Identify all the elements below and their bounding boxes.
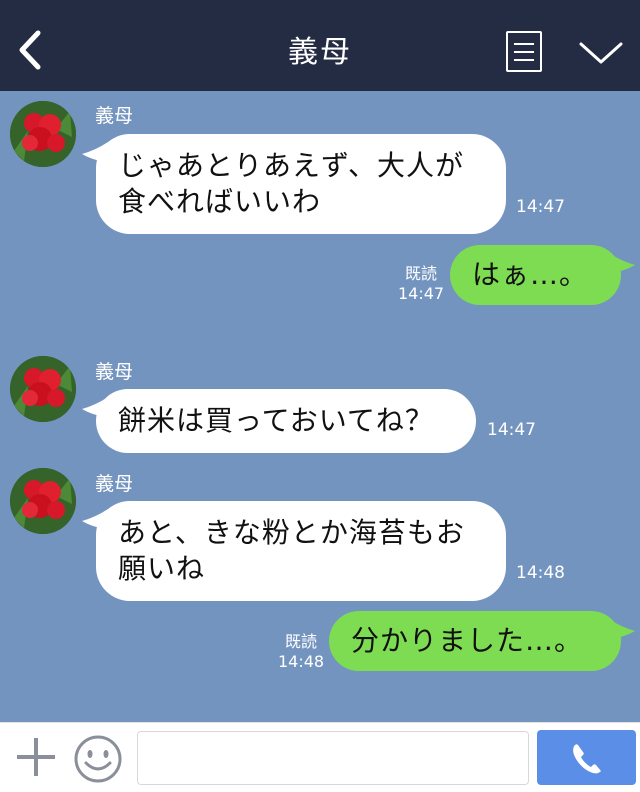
message-time: 14:47: [487, 420, 536, 440]
message-time: 14:48: [516, 563, 565, 583]
chat-header: 義母: [0, 0, 640, 91]
list-icon: [514, 43, 534, 45]
chat-title: 義母: [288, 35, 352, 70]
read-status-label: 既読: [285, 632, 318, 651]
message-text-line: じゃあとりあえず、大人が: [118, 149, 465, 182]
read-receipt: 既読 14:48: [278, 632, 324, 672]
add-attachment-button[interactable]: [15, 736, 57, 778]
message-bubble-incoming[interactable]: じゃあとりあえず、大人が 食べればいいわ: [82, 134, 506, 234]
message-time: 14:47: [398, 284, 445, 303]
smiley-icon: [74, 735, 122, 783]
read-status-label: 既読: [405, 264, 438, 283]
call-button[interactable]: [537, 730, 636, 785]
emoji-button[interactable]: [73, 734, 123, 784]
collapse-button[interactable]: [578, 38, 624, 68]
chat-area[interactable]: 義母 じゃあとりあえず、大人が 食べればいいわ 14:47 既読 14:47 は…: [0, 91, 640, 722]
message-composer: [0, 722, 640, 792]
message-time: 14:48: [278, 652, 325, 671]
red-flower-avatar-icon: [10, 356, 76, 422]
sender-name: 義母: [95, 105, 134, 127]
list-icon: [514, 51, 534, 53]
chevron-down-icon: [579, 42, 623, 64]
read-receipt: 既読 14:47: [398, 264, 444, 304]
message-text: はぁ…。: [472, 258, 589, 291]
sender-name: 義母: [95, 473, 134, 495]
message-input[interactable]: [137, 731, 529, 785]
phone-icon: [573, 744, 601, 774]
message-text: 分かりました…。: [351, 624, 584, 657]
message-bubble-incoming[interactable]: あと、きな粉とか海苔もお 願いね: [82, 501, 506, 601]
message-text-line: 食べればいいわ: [118, 185, 322, 218]
message-text-line: 餅米は買っておいてね？: [118, 404, 434, 437]
menu-button[interactable]: [506, 31, 542, 72]
red-flower-avatar-icon: [10, 101, 76, 167]
avatar[interactable]: [10, 356, 76, 422]
message-bubble-outgoing[interactable]: はぁ…。: [450, 245, 635, 305]
message-text-line: 願いね: [118, 552, 206, 585]
red-flower-avatar-icon: [10, 468, 76, 534]
list-icon: [514, 59, 534, 61]
avatar[interactable]: [10, 101, 76, 167]
avatar[interactable]: [10, 468, 76, 534]
sender-name: 義母: [95, 361, 134, 383]
plus-icon: [17, 738, 55, 776]
message-text-line: あと、きな粉とか海苔もお: [118, 516, 465, 549]
message-time: 14:47: [516, 197, 565, 217]
message-bubble-outgoing[interactable]: 分かりました…。: [329, 611, 635, 671]
message-bubble-incoming[interactable]: 餅米は買っておいてね？: [82, 389, 476, 453]
